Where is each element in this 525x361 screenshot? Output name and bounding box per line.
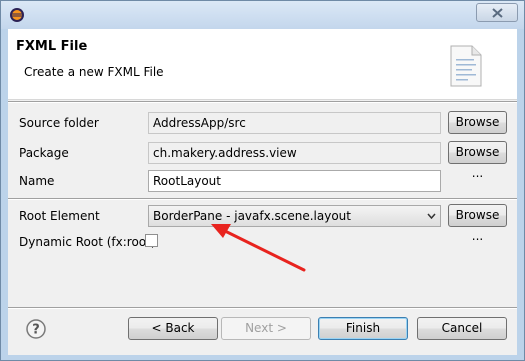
wizard-header: FXML File Create a new FXML File — [8, 29, 517, 100]
package-field[interactable]: ch.makery.address.view — [148, 142, 441, 164]
browse-package-button[interactable]: Browse ... — [448, 141, 507, 180]
title-bar — [1, 1, 524, 29]
dynamic-root-checkbox[interactable] — [145, 234, 158, 247]
dynamic-root-label: Dynamic Root (fx:root) — [19, 235, 156, 249]
package-label: Package — [19, 146, 69, 160]
page-description: Create a new FXML File — [24, 65, 164, 79]
document-icon — [450, 45, 482, 87]
close-icon — [492, 8, 503, 18]
browse-source-folder-button[interactable]: Browse ... — [448, 111, 507, 150]
help-icon[interactable]: ? — [26, 319, 46, 339]
page-title: FXML File — [16, 39, 88, 54]
name-label: Name — [19, 174, 55, 188]
next-button[interactable]: Next > — [221, 317, 311, 340]
close-button[interactable] — [476, 3, 518, 22]
chevron-down-icon — [427, 213, 436, 219]
source-folder-label: Source folder — [19, 116, 99, 130]
finish-button[interactable]: Finish — [318, 317, 408, 340]
back-button[interactable]: < Back — [128, 317, 218, 340]
source-folder-field[interactable]: AddressApp/src — [148, 112, 441, 134]
footer-separator — [8, 307, 517, 309]
eclipse-icon — [10, 8, 24, 22]
svg-text:?: ? — [32, 323, 40, 338]
annotation-arrow — [211, 224, 306, 272]
browse-root-element-button[interactable]: Browse ... — [448, 204, 507, 243]
root-element-label: Root Element — [19, 209, 100, 223]
header-separator — [8, 101, 517, 103]
dialog-window: FXML File Create a new FXML File Source … — [0, 0, 525, 361]
cancel-button[interactable]: Cancel — [417, 317, 507, 340]
